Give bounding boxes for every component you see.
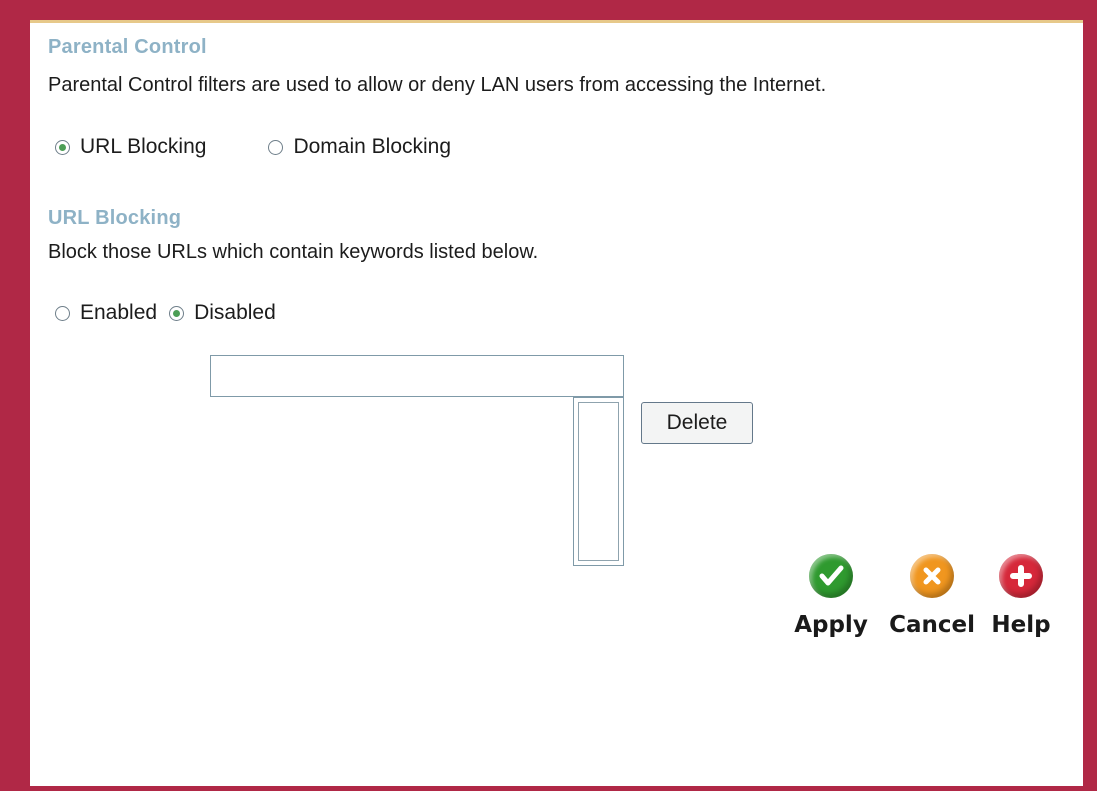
apply-label: Apply <box>794 612 868 638</box>
url-blocking-radio[interactable] <box>55 139 70 155</box>
page-description: Parental Control filters are used to all… <box>48 74 827 96</box>
cancel-label: Cancel <box>889 612 975 638</box>
url-blocking-label[interactable]: URL Blocking <box>80 135 206 159</box>
disabled-label[interactable]: Disabled <box>194 301 276 325</box>
keyword-list[interactable] <box>573 397 624 566</box>
disabled-radio[interactable] <box>169 305 185 321</box>
checkmark-icon <box>809 554 853 598</box>
url-blocking-description: Block those URLs which contain keywords … <box>48 241 539 263</box>
help-label: Help <box>991 612 1051 638</box>
x-icon <box>910 554 954 598</box>
parental-control-panel: Parental Control Parental Control filter… <box>30 20 1083 786</box>
cancel-button[interactable]: Cancel <box>889 554 975 638</box>
radio-selected-dot <box>173 309 181 317</box>
delete-button[interactable]: Delete <box>641 402 753 444</box>
radio-selected-dot <box>59 143 66 151</box>
help-button[interactable]: Help <box>990 554 1052 638</box>
blocking-mode-group: URL Blocking Domain Blocking <box>55 135 491 159</box>
plus-icon <box>999 554 1043 598</box>
url-blocking-title: URL Blocking <box>48 207 182 229</box>
apply-button[interactable]: Apply <box>794 554 868 638</box>
keyword-input[interactable] <box>210 355 624 397</box>
page-title: Parental Control <box>48 36 207 58</box>
enabled-radio[interactable] <box>55 305 70 321</box>
domain-blocking-radio[interactable] <box>268 139 284 155</box>
keyword-list-area <box>578 402 619 561</box>
url-blocking-state-group: Enabled Disabled <box>55 301 316 325</box>
enabled-label[interactable]: Enabled <box>80 301 157 325</box>
domain-blocking-label[interactable]: Domain Blocking <box>293 135 451 159</box>
